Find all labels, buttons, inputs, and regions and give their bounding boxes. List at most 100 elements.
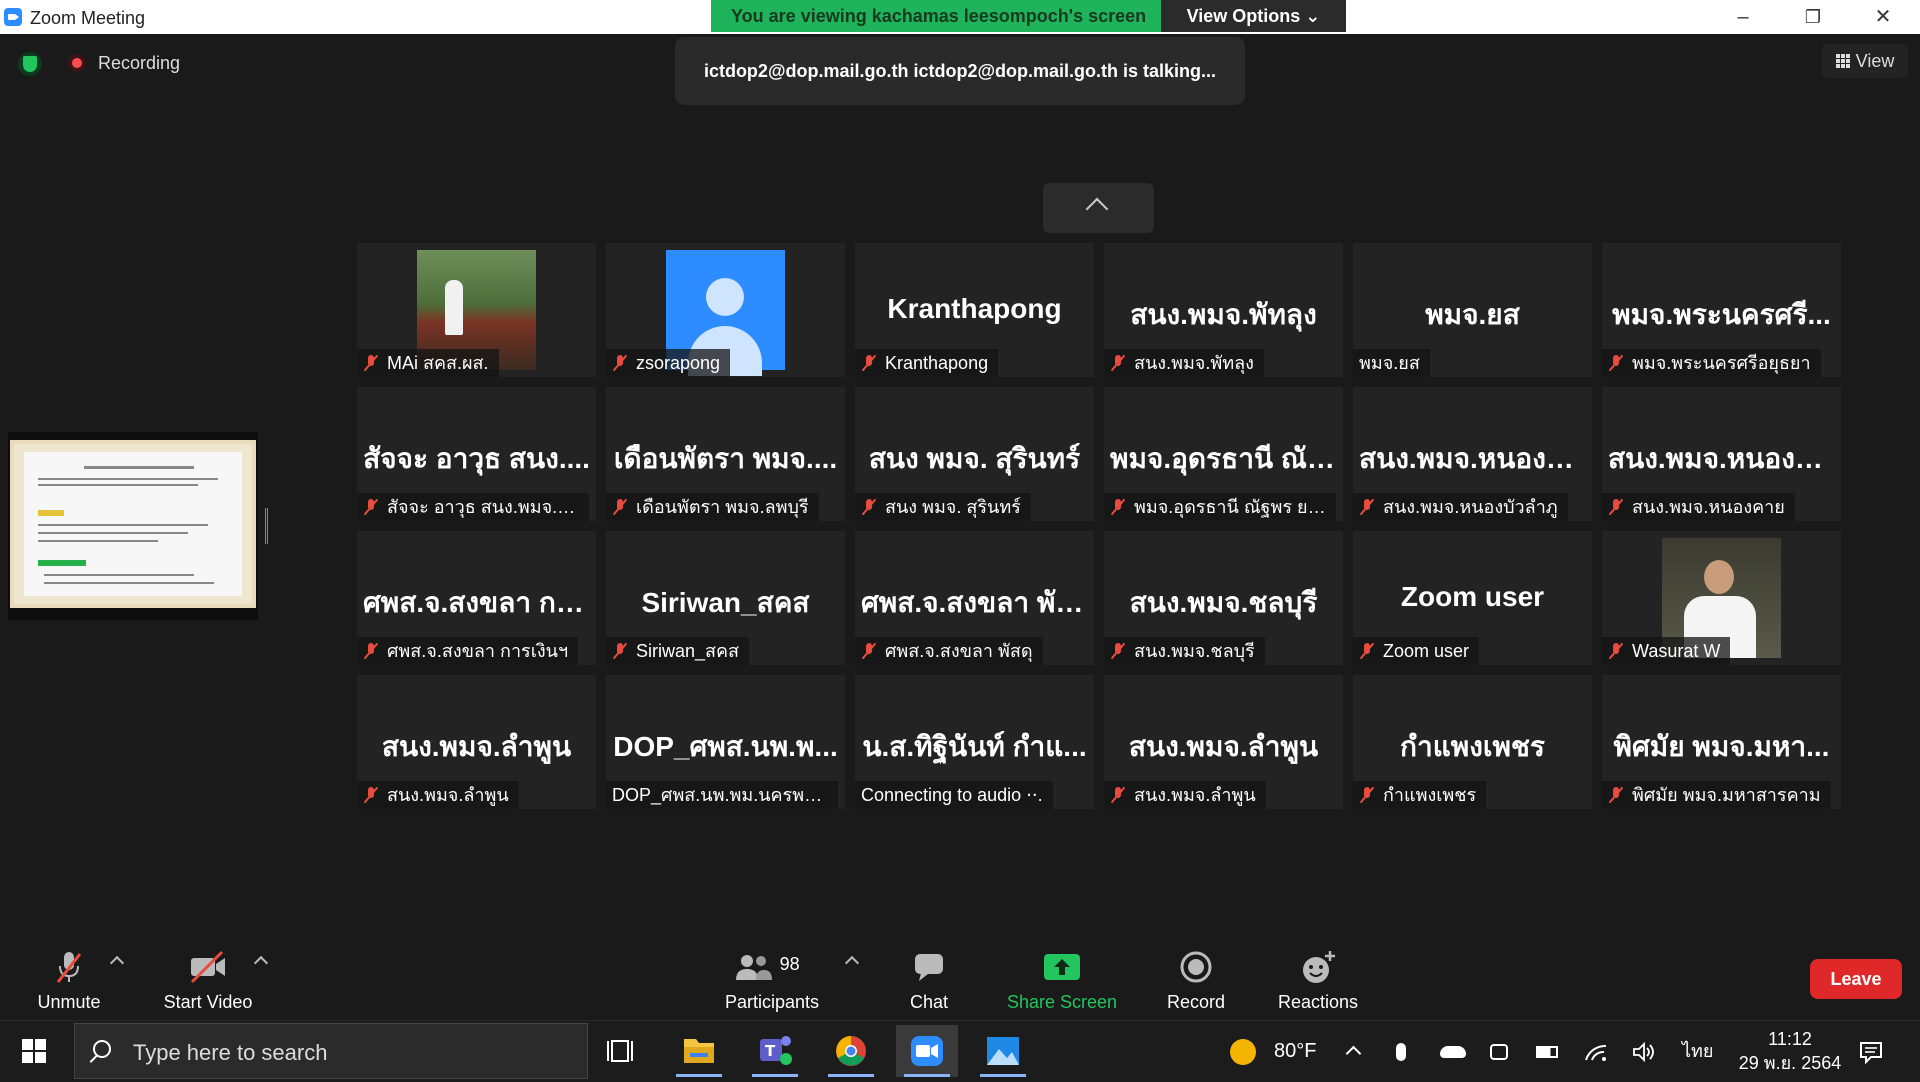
view-button[interactable]: View xyxy=(1822,44,1908,78)
volume-icon[interactable] xyxy=(1632,1021,1656,1081)
battery-icon[interactable] xyxy=(1536,1021,1558,1081)
share-screen-icon xyxy=(1043,952,1081,982)
participant-tile[interactable]: ศพส.จ.สงขลา พัสดุ ศพส.จ.สงขลา พัสดุ xyxy=(855,531,1094,665)
weather-temperature[interactable]: 80°F xyxy=(1274,1021,1316,1081)
participant-tile[interactable]: สนง พมจ. สุรินทร์ สนง พมจ. สุรินทร์ xyxy=(855,387,1094,521)
participant-nameplate: เดือนพัตรา พมจ.ลพบุรี xyxy=(606,493,819,521)
participant-tile[interactable]: Zoom user Zoom user xyxy=(1353,531,1592,665)
taskbar-search-box[interactable]: Type here to search xyxy=(74,1023,588,1079)
view-options-button[interactable]: View Options ⌄ xyxy=(1161,0,1346,32)
muted-mic-icon xyxy=(612,354,628,372)
participant-name: เดือนพัตรา พมจ.ลพบุรี xyxy=(636,497,809,517)
minimize-button[interactable]: – xyxy=(1720,2,1766,32)
participant-tile[interactable]: zsorapong xyxy=(606,243,845,377)
restore-button[interactable]: ❐ xyxy=(1790,2,1836,32)
recording-icon xyxy=(68,54,86,72)
microsoft-teams-icon[interactable]: T xyxy=(744,1025,806,1077)
search-icon xyxy=(93,1040,111,1058)
muted-mic-icon xyxy=(1359,498,1375,516)
slide-page xyxy=(24,452,242,596)
participant-nameplate: zsorapong xyxy=(606,349,731,377)
participant-name: พมจ.พระนครศรีอยุธยา xyxy=(1632,353,1811,373)
participant-tile[interactable]: พมจ.ยส พมจ.ยส xyxy=(1353,243,1592,377)
participant-name: zsorapong xyxy=(636,353,721,373)
unmute-label: Unmute xyxy=(37,992,101,1012)
chat-button[interactable]: Chat xyxy=(890,942,968,1020)
participant-nameplate: กำแพงเพชร xyxy=(1353,781,1487,809)
participant-tile[interactable]: สนง.พมจ.หนองบั... สนง.พมจ.หนองบัวลำภู xyxy=(1353,387,1592,521)
participant-tile[interactable]: กำแพงเพชร กำแพงเพชร xyxy=(1353,675,1592,809)
share-screen-button[interactable]: Share Screen xyxy=(1002,942,1122,1020)
participant-name: Wasurat W xyxy=(1632,641,1721,661)
view-label: View xyxy=(1855,51,1895,71)
participant-tile[interactable]: สนง.พมจ.ลำพูน สนง.พมจ.ลำพูน xyxy=(1104,675,1343,809)
participant-tile[interactable]: พมจ.พระนครศรี... พมจ.พระนครศรีอยุธยา xyxy=(1602,243,1841,377)
muted-mic-icon xyxy=(861,354,877,372)
taskbar-search-placeholder: Type here to search xyxy=(133,1040,328,1065)
participant-name: พมจ.อุดรธานี ณัฐพร ยศสู... xyxy=(1134,497,1336,517)
participant-tile[interactable]: สนง.พมจ.ลำพูน สนง.พมจ.ลำพูน xyxy=(357,675,596,809)
windows-start-icon[interactable] xyxy=(22,1039,46,1063)
muted-mic-icon xyxy=(363,642,379,660)
participants-label: Participants xyxy=(724,992,820,1012)
participants-button[interactable]: 98 Participants xyxy=(712,942,832,1020)
start-video-button[interactable]: Start Video xyxy=(152,942,264,1020)
microphone-tray-icon[interactable] xyxy=(1396,1021,1406,1081)
photos-icon[interactable] xyxy=(972,1025,1034,1077)
participant-nameplate: สนง.พมจ.หนองบัวลำภู xyxy=(1353,493,1568,521)
participant-display-name: พมจ.อุดรธานี ณัฐ... xyxy=(1110,443,1337,474)
chat-label: Chat xyxy=(909,992,949,1012)
participant-tile[interactable]: Wasurat W xyxy=(1602,531,1841,665)
onedrive-cloud-icon[interactable] xyxy=(1440,1021,1466,1081)
task-view-icon[interactable] xyxy=(592,1025,654,1077)
reactions-button[interactable]: Reactions xyxy=(1270,942,1366,1020)
participant-tile[interactable]: สัจจะ อาวุธ สนง.... สัจจะ อาวุธ สนง.พมจ.ส… xyxy=(357,387,596,521)
zoom-taskbar-icon[interactable] xyxy=(896,1025,958,1077)
close-button[interactable]: ✕ xyxy=(1860,2,1906,32)
collapse-gallery-button[interactable] xyxy=(1043,183,1154,233)
participant-tile[interactable]: ศพส.จ.สงขลา กา... ศพส.จ.สงขลา การเงินฯ xyxy=(357,531,596,665)
participant-display-name: สนง.พมจ.ลำพูน xyxy=(381,731,572,762)
reactions-icon xyxy=(1299,950,1337,986)
participant-display-name: สนง.พมจ.หนองค... xyxy=(1608,443,1835,474)
participant-tile[interactable]: Siriwan_สคส Siriwan_สคส xyxy=(606,531,845,665)
participant-display-name: พมจ.ยส xyxy=(1425,299,1520,330)
participant-display-name: สัจจะ อาวุธ สนง.... xyxy=(363,443,590,474)
meet-now-icon[interactable] xyxy=(1490,1021,1508,1081)
input-language[interactable]: ไทย xyxy=(1682,1021,1713,1081)
chrome-icon[interactable] xyxy=(820,1025,882,1077)
record-button[interactable]: Record xyxy=(1150,942,1242,1020)
participant-display-name: น.ส.ทิฐินันท์ กำแ... xyxy=(862,731,1087,762)
participant-nameplate: สนง.พมจ.ลำพูน xyxy=(357,781,519,809)
participant-nameplate: พมจ.ยส xyxy=(1353,349,1430,377)
participants-caret-icon[interactable] xyxy=(844,955,860,971)
unmute-button[interactable]: Unmute xyxy=(20,942,118,1020)
participant-tile[interactable]: DOP_ศพส.นพ.พ... DOP_ศพส.นพ.พม.นครพนม xyxy=(606,675,845,809)
participant-display-name: ศพส.จ.สงขลา พัสดุ xyxy=(861,587,1088,618)
participant-tile[interactable]: พิศมัย พมจ.มหา... พิศมัย พมจ.มหาสารคาม xyxy=(1602,675,1841,809)
shared-screen-thumbnail[interactable] xyxy=(8,432,258,620)
window-title: Zoom Meeting xyxy=(30,8,146,28)
security-shield-icon[interactable] xyxy=(18,52,42,76)
leave-button[interactable]: Leave xyxy=(1810,959,1902,999)
participant-tile[interactable]: Kranthapong Kranthapong xyxy=(855,243,1094,377)
participant-tile[interactable]: พมจ.อุดรธานี ณัฐ... พมจ.อุดรธานี ณัฐพร ยศ… xyxy=(1104,387,1343,521)
clock-time: 11:12 xyxy=(1768,1029,1812,1049)
participant-tile[interactable]: สนง.พมจ.ชลบุรี สนง.พมจ.ชลบุรี xyxy=(1104,531,1343,665)
participant-tile[interactable]: เดือนพัตรา พมจ.... เดือนพัตรา พมจ.ลพบุรี xyxy=(606,387,845,521)
participant-tile[interactable]: สนง.พมจ.พัทลุง สนง.พมจ.พัทลุง xyxy=(1104,243,1343,377)
participant-tile[interactable]: น.ส.ทิฐินันท์ กำแ... Connecting to audio … xyxy=(855,675,1094,809)
wifi-icon[interactable] xyxy=(1584,1021,1608,1081)
participant-tile[interactable]: สนง.พมจ.หนองค... สนง.พมจ.หนองคาย xyxy=(1602,387,1841,521)
participant-display-name: Zoom user xyxy=(1400,581,1545,612)
tray-overflow-chevron-icon[interactable] xyxy=(1345,1021,1362,1081)
file-explorer-icon[interactable] xyxy=(668,1025,730,1077)
panel-resize-handle[interactable] xyxy=(265,508,268,544)
muted-mic-icon xyxy=(861,498,877,516)
taskbar-clock[interactable]: 11:12 29 พ.ย. 2564 xyxy=(1730,1027,1850,1075)
participant-display-name: สนง.พมจ.ชลบุรี xyxy=(1129,587,1318,618)
participant-name: Zoom user xyxy=(1383,641,1470,661)
participant-tile[interactable]: MAi สคส.ผส. xyxy=(357,243,596,377)
weather-sun-icon[interactable] xyxy=(1230,1021,1256,1081)
notification-center-icon[interactable] xyxy=(1858,1021,1884,1081)
